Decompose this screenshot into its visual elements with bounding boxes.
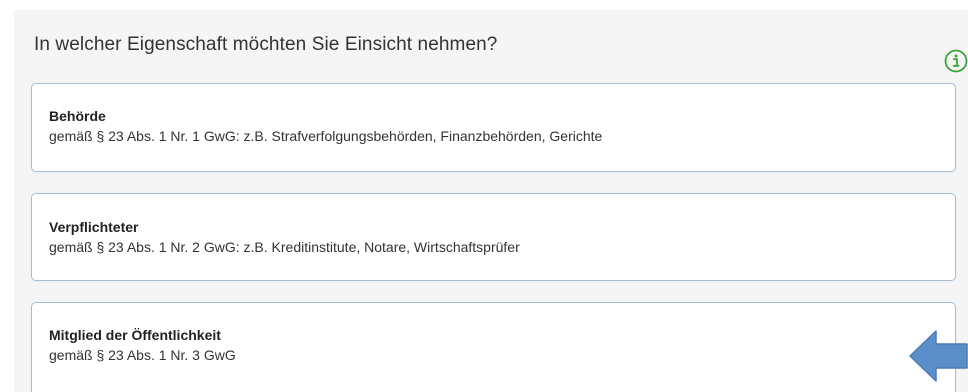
question-heading: In welcher Eigenschaft möchten Sie Einsi… bbox=[34, 34, 498, 55]
option-behoerde[interactable]: Behörde gemäß § 23 Abs. 1 Nr. 1 GwG: z.B… bbox=[31, 83, 956, 172]
option-description: gemäß § 23 Abs. 1 Nr. 3 GwG bbox=[49, 347, 236, 363]
option-mitglied-oeffentlichkeit[interactable]: Mitglied der Öffentlichkeit gemäß § 23 A… bbox=[31, 302, 956, 392]
option-description: gemäß § 23 Abs. 1 Nr. 1 GwG: z.B. Strafv… bbox=[49, 128, 603, 144]
option-title: Mitglied der Öffentlichkeit bbox=[49, 327, 221, 343]
info-icon[interactable] bbox=[944, 49, 968, 73]
option-title: Behörde bbox=[49, 108, 106, 124]
left-arrow-icon bbox=[909, 330, 968, 382]
option-title: Verpflichteter bbox=[49, 219, 139, 235]
option-description: gemäß § 23 Abs. 1 Nr. 2 GwG: z.B. Kredit… bbox=[49, 239, 520, 255]
option-verpflichteter[interactable]: Verpflichteter gemäß § 23 Abs. 1 Nr. 2 G… bbox=[31, 193, 956, 281]
